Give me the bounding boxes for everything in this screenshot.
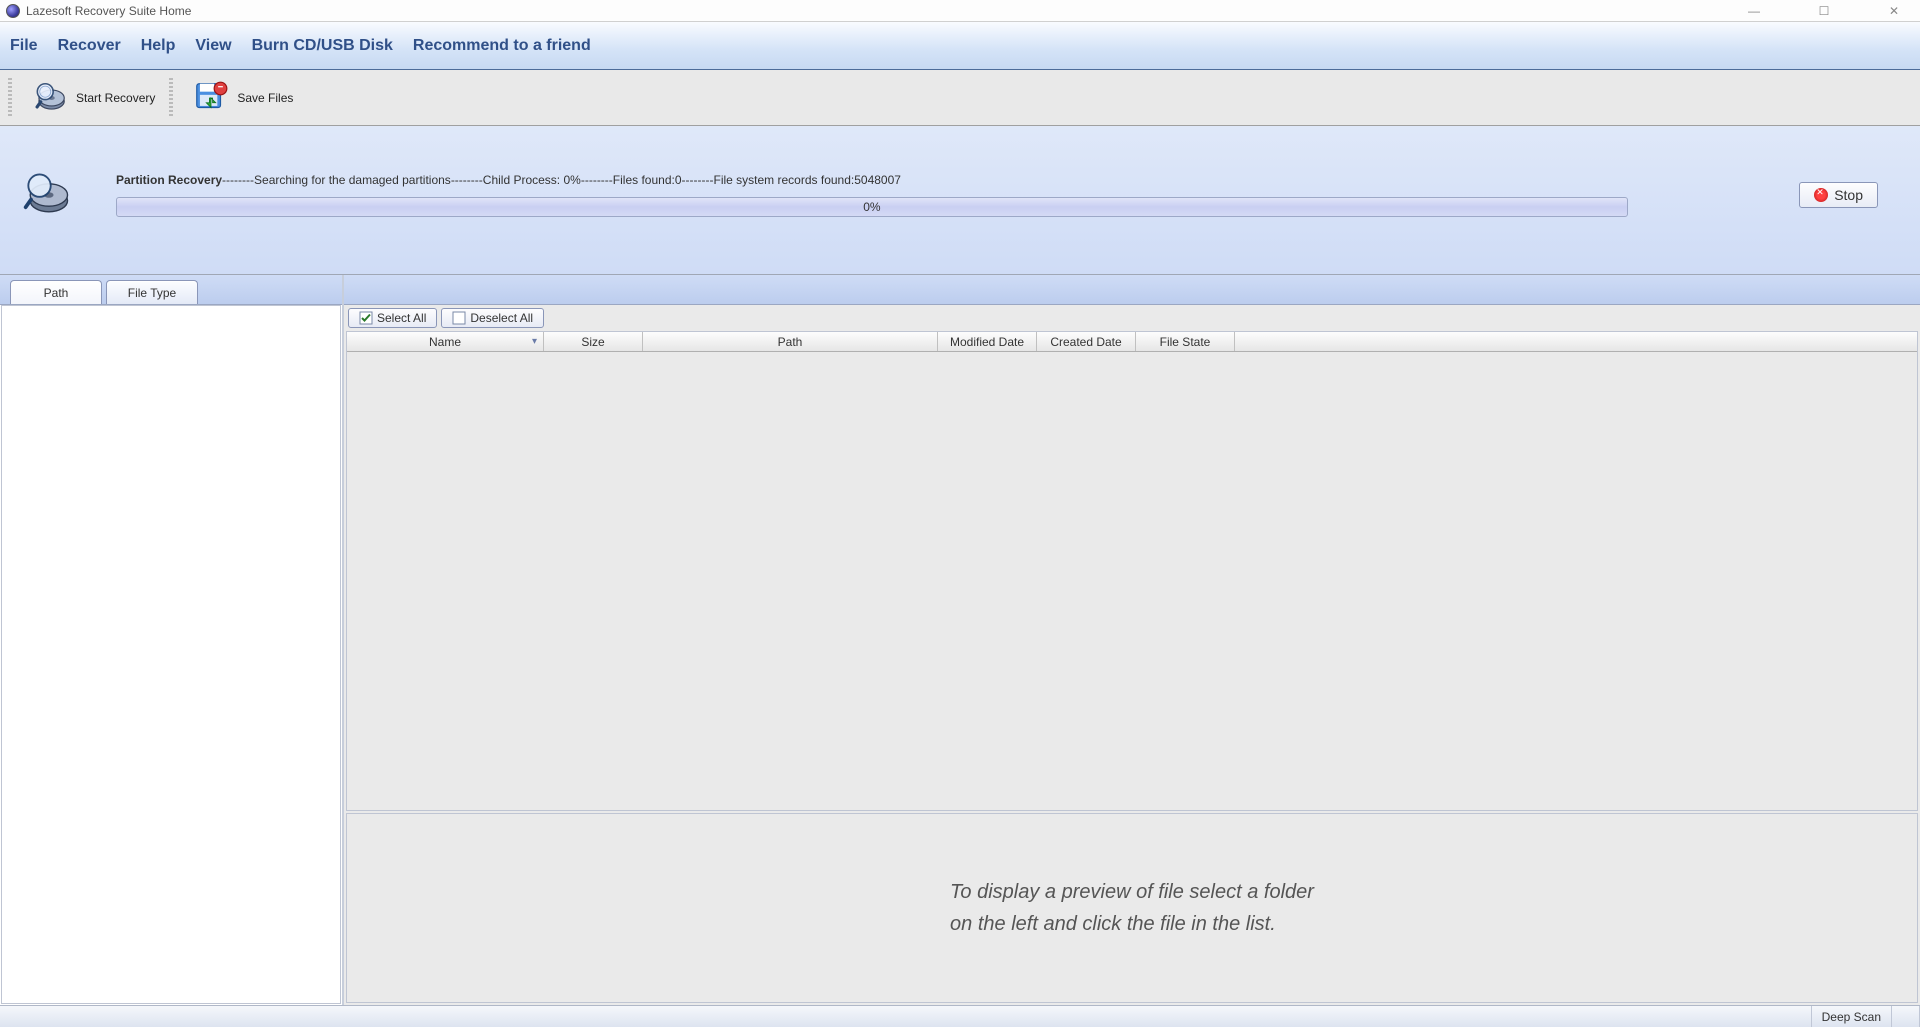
toolbar-grip-2 bbox=[169, 78, 173, 118]
files-found-value: 0 bbox=[675, 173, 682, 187]
progress-status-line: Partition Recovery--------Searching for … bbox=[116, 173, 1759, 187]
menu-bar: File Recover Help View Burn CD/USB Disk … bbox=[0, 22, 1920, 70]
tab-path[interactable]: Path bbox=[10, 280, 102, 304]
progress-title: Partition Recovery bbox=[116, 173, 222, 187]
menu-view[interactable]: View bbox=[195, 37, 231, 55]
status-scan-mode: Deep Scan bbox=[1812, 1006, 1892, 1027]
select-all-button[interactable]: Select All bbox=[348, 308, 437, 328]
menu-burn[interactable]: Burn CD/USB Disk bbox=[252, 37, 393, 55]
deselect-all-icon bbox=[452, 311, 466, 325]
preview-panel: To display a preview of file select a fo… bbox=[346, 813, 1918, 1003]
file-list-body[interactable] bbox=[347, 352, 1917, 810]
col-file-state[interactable]: File State bbox=[1136, 332, 1235, 351]
right-pane: Select All Deselect All Name ▾ Size Path… bbox=[344, 275, 1920, 1005]
col-size[interactable]: Size bbox=[544, 332, 643, 351]
scan-disk-icon bbox=[18, 166, 76, 224]
deselect-all-button[interactable]: Deselect All bbox=[441, 308, 544, 328]
window-title: Lazesoft Recovery Suite Home bbox=[26, 4, 191, 18]
magnifier-disk-icon bbox=[30, 78, 70, 118]
file-list: Name ▾ Size Path Modified Date Created D… bbox=[346, 331, 1918, 811]
menu-recover[interactable]: Recover bbox=[58, 37, 121, 55]
status-left bbox=[0, 1006, 1812, 1027]
main-split: Path File Type Select All Deselect All bbox=[0, 274, 1920, 1005]
preview-hint: To display a preview of file select a fo… bbox=[950, 876, 1314, 940]
maximize-button[interactable]: ☐ bbox=[1804, 1, 1844, 21]
stop-label: Stop bbox=[1834, 187, 1863, 203]
folder-tree[interactable] bbox=[1, 305, 341, 1004]
col-name[interactable]: Name ▾ bbox=[347, 332, 544, 351]
col-created-date[interactable]: Created Date bbox=[1037, 332, 1136, 351]
records-found-value: 5048007 bbox=[854, 173, 901, 187]
menu-help[interactable]: Help bbox=[141, 37, 176, 55]
col-path[interactable]: Path bbox=[643, 332, 938, 351]
toolbar: Start Recovery Save Files bbox=[0, 70, 1920, 126]
start-recovery-button[interactable]: Start Recovery bbox=[20, 74, 165, 122]
sort-indicator-icon: ▾ bbox=[532, 336, 537, 347]
right-top-strip bbox=[344, 275, 1920, 305]
left-pane: Path File Type bbox=[0, 275, 344, 1005]
progress-bar: 0% bbox=[116, 197, 1628, 217]
progress-main: Partition Recovery--------Searching for … bbox=[116, 173, 1759, 217]
selection-row: Select All Deselect All bbox=[344, 305, 1920, 331]
menu-recommend[interactable]: Recommend to a friend bbox=[413, 37, 591, 55]
save-files-icon bbox=[191, 78, 231, 118]
status-grip bbox=[1892, 1006, 1920, 1027]
left-tabs: Path File Type bbox=[0, 275, 342, 305]
start-recovery-label: Start Recovery bbox=[76, 91, 155, 105]
app-icon bbox=[6, 4, 20, 18]
tab-file-type[interactable]: File Type bbox=[106, 280, 198, 304]
close-button[interactable]: ✕ bbox=[1874, 1, 1914, 21]
save-files-button[interactable]: Save Files bbox=[181, 74, 303, 122]
select-all-icon bbox=[359, 311, 373, 325]
file-list-header: Name ▾ Size Path Modified Date Created D… bbox=[347, 332, 1917, 352]
toolbar-grip bbox=[8, 78, 12, 118]
window-controls: — ☐ ✕ bbox=[1734, 1, 1914, 21]
minimize-button[interactable]: — bbox=[1734, 1, 1774, 21]
stop-button[interactable]: Stop bbox=[1799, 182, 1878, 208]
status-bar: Deep Scan bbox=[0, 1005, 1920, 1027]
save-files-label: Save Files bbox=[237, 91, 293, 105]
titlebar: Lazesoft Recovery Suite Home — ☐ ✕ bbox=[0, 0, 1920, 22]
stop-icon bbox=[1814, 188, 1828, 202]
progress-bar-text: 0% bbox=[863, 200, 880, 214]
progress-panel: Partition Recovery--------Searching for … bbox=[0, 126, 1920, 274]
child-process-value: 0% bbox=[563, 173, 580, 187]
menu-file[interactable]: File bbox=[10, 37, 38, 55]
col-modified-date[interactable]: Modified Date bbox=[938, 332, 1037, 351]
